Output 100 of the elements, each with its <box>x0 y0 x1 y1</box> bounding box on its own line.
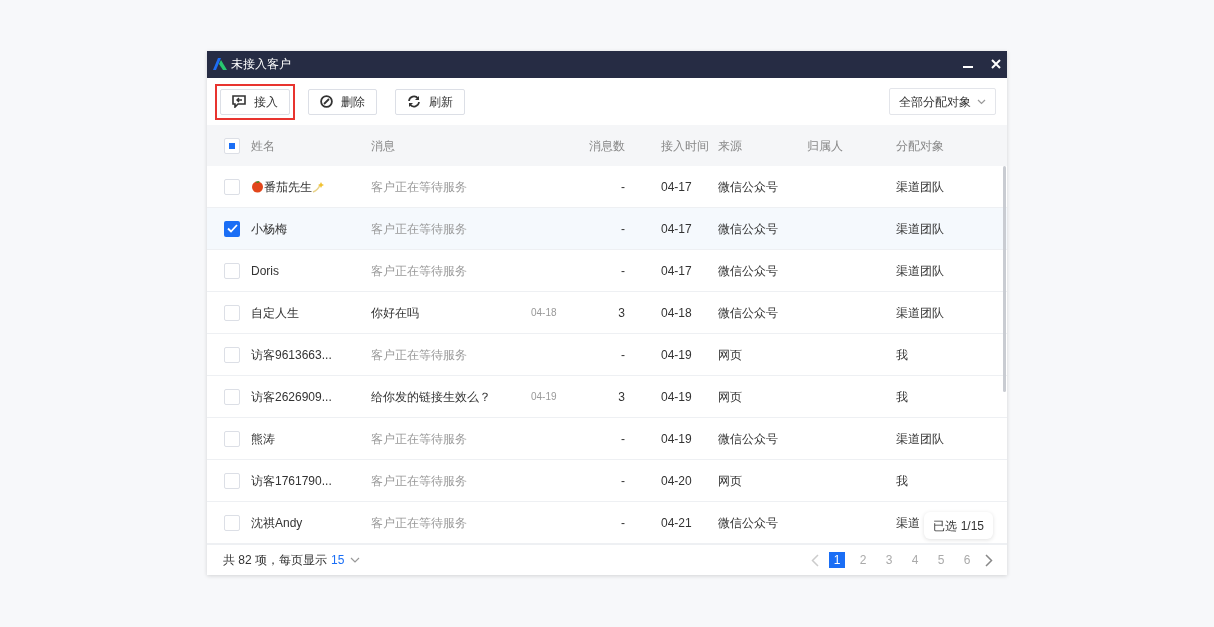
message-cell-text: 客户正在等待服务 <box>371 262 467 280</box>
checkbox[interactable] <box>224 388 240 405</box>
message-cell-text: 客户正在等待服务 <box>371 514 467 532</box>
column-header: 来源 <box>718 138 742 153</box>
refresh-icon <box>407 95 421 109</box>
time-cell: 04-17 <box>661 221 692 236</box>
assignee-cell: 渠道团队 <box>896 305 944 320</box>
table-row[interactable]: 小杨梅 客户正在等待服务 - 04-17 微信公众号 渠道团队 <box>207 208 1007 251</box>
count-cell-text: 3 <box>618 304 625 322</box>
column-header: 分配对象 <box>896 138 944 153</box>
count-cell-text: - <box>621 514 625 532</box>
table-row[interactable]: 访客1761790... 客户正在等待服务 - 04-20 网页 我 <box>207 460 1007 503</box>
source-cell: 微信公众号 <box>718 179 778 194</box>
source-cell: 微信公众号 <box>718 263 778 278</box>
column-header: 接入时间 <box>661 138 709 153</box>
assignee-cell: 我 <box>896 473 908 488</box>
count-cell-text: 3 <box>618 388 625 406</box>
name-cell-text: 自定人生 <box>251 304 299 322</box>
tomato-icon <box>251 179 264 193</box>
checkbox[interactable] <box>224 304 240 321</box>
message-cell-text: 你好在吗 <box>371 304 419 322</box>
table-row[interactable]: 访客9613663... 客户正在等待服务 - 04-19 网页 我 <box>207 334 1007 377</box>
table-row[interactable]: 自定人生 你好在吗 04-18 3 04-18 微信公众号 渠道团队 <box>207 292 1007 335</box>
count-cell-text: - <box>621 472 625 490</box>
total-count-label: 共 82 项，每页显示 <box>223 552 327 570</box>
time-cell: 04-21 <box>661 515 692 530</box>
name-cell-text: 访客2626909... <box>251 388 332 406</box>
count-cell-text: - <box>621 346 625 364</box>
time-cell: 04-17 <box>661 179 692 194</box>
name-cell-text: 熊涛 <box>251 430 275 448</box>
count-cell-text: - <box>621 262 625 280</box>
column-header: 姓名 <box>251 138 275 153</box>
count-cell-text: - <box>621 430 625 448</box>
name-cell-text: 访客1761790... <box>251 472 332 490</box>
forbidden-icon <box>320 95 333 109</box>
message-cell-text: 给你发的链接生效么？ <box>371 388 491 406</box>
count-cell-text: - <box>621 220 625 238</box>
assignee-cell: 我 <box>896 347 908 362</box>
assignee-dropdown[interactable]: 全部分配对象 <box>889 88 996 116</box>
selection-count-tooltip: 已选 1/15 <box>924 512 993 539</box>
message-cell-text: 客户正在等待服务 <box>371 472 467 490</box>
window-title: 未接入客户 <box>231 56 291 74</box>
assignee-cell: 渠道团队 <box>896 431 944 446</box>
toolbar-button[interactable]: 删除 <box>308 88 377 115</box>
table-row[interactable]: 番茄先生 客户正在等待服务 - 04-17 微信公众号 渠道团队 <box>207 166 1007 209</box>
checkbox[interactable] <box>224 430 240 447</box>
time-cell: 04-19 <box>661 347 692 362</box>
message-cell-text: 客户正在等待服务 <box>371 178 467 196</box>
name-cell-text: 小杨梅 <box>251 220 287 238</box>
source-cell: 微信公众号 <box>718 515 778 530</box>
source-cell: 微信公众号 <box>718 305 778 320</box>
message-cell-text: 客户正在等待服务 <box>371 346 467 364</box>
assignee-cell: 我 <box>896 389 908 404</box>
chevron-down-icon <box>977 98 986 105</box>
message-cell-text: 客户正在等待服务 <box>371 220 467 238</box>
table-row[interactable]: 熊涛 客户正在等待服务 - 04-19 微信公众号 渠道团队 <box>207 418 1007 461</box>
checkbox[interactable] <box>224 262 240 279</box>
column-header: 消息 <box>371 138 395 153</box>
column-header: 消息数 <box>589 138 625 153</box>
source-cell: 微信公众号 <box>718 221 778 236</box>
time-cell: 04-19 <box>661 389 692 404</box>
source-cell: 网页 <box>718 347 742 362</box>
logo-icon <box>213 58 227 71</box>
message-time: 04-19 <box>531 390 557 405</box>
time-cell: 04-20 <box>661 473 692 488</box>
time-cell: 04-17 <box>661 263 692 278</box>
message-cell-text: 客户正在等待服务 <box>371 430 467 448</box>
name-cell-text: 沈祺Andy <box>251 514 303 532</box>
assignee-cell: 渠道团队 <box>896 263 944 278</box>
checkbox[interactable] <box>224 137 240 154</box>
sparkle-icon <box>312 180 324 193</box>
table-row[interactable]: Doris 客户正在等待服务 - 04-17 微信公众号 渠道团队 <box>207 250 1007 293</box>
checkbox[interactable] <box>224 220 240 237</box>
name-cell-text: 访客9613663... <box>251 346 332 364</box>
checkbox[interactable] <box>224 514 240 531</box>
count-cell-text: - <box>621 178 625 196</box>
checkbox[interactable] <box>224 346 240 363</box>
source-cell: 网页 <box>718 473 742 488</box>
toolbar-button[interactable]: 刷新 <box>395 88 465 115</box>
toolbar-button[interactable]: 接入 <box>220 88 290 115</box>
chat-enter-icon <box>232 95 246 109</box>
checkbox[interactable] <box>224 178 240 195</box>
close-icon[interactable] <box>991 59 1001 70</box>
table-row[interactable]: 访客2626909... 给你发的链接生效么？ 04-19 3 04-19 网页 我 <box>207 376 1007 419</box>
checkbox[interactable] <box>224 472 240 489</box>
name-cell: 番茄先生 <box>251 177 324 196</box>
source-cell: 网页 <box>718 389 742 404</box>
name-cell-text: Doris <box>251 262 279 280</box>
page-button[interactable]: 1 <box>829 552 845 569</box>
chevron-down-icon <box>350 557 361 564</box>
column-header: 归属人 <box>807 138 843 153</box>
next-page-icon[interactable] <box>985 553 993 567</box>
time-cell: 04-18 <box>661 305 692 320</box>
source-cell: 微信公众号 <box>718 431 778 446</box>
assignee-cell: 渠道团队 <box>896 221 944 236</box>
assignee-cell: 渠道团队 <box>896 179 944 194</box>
assignee-cell: 渠道 <box>896 515 920 530</box>
time-cell: 04-19 <box>661 431 692 446</box>
message-time: 04-18 <box>531 306 557 321</box>
page-size-dropdown[interactable]: 15 <box>331 551 361 570</box>
